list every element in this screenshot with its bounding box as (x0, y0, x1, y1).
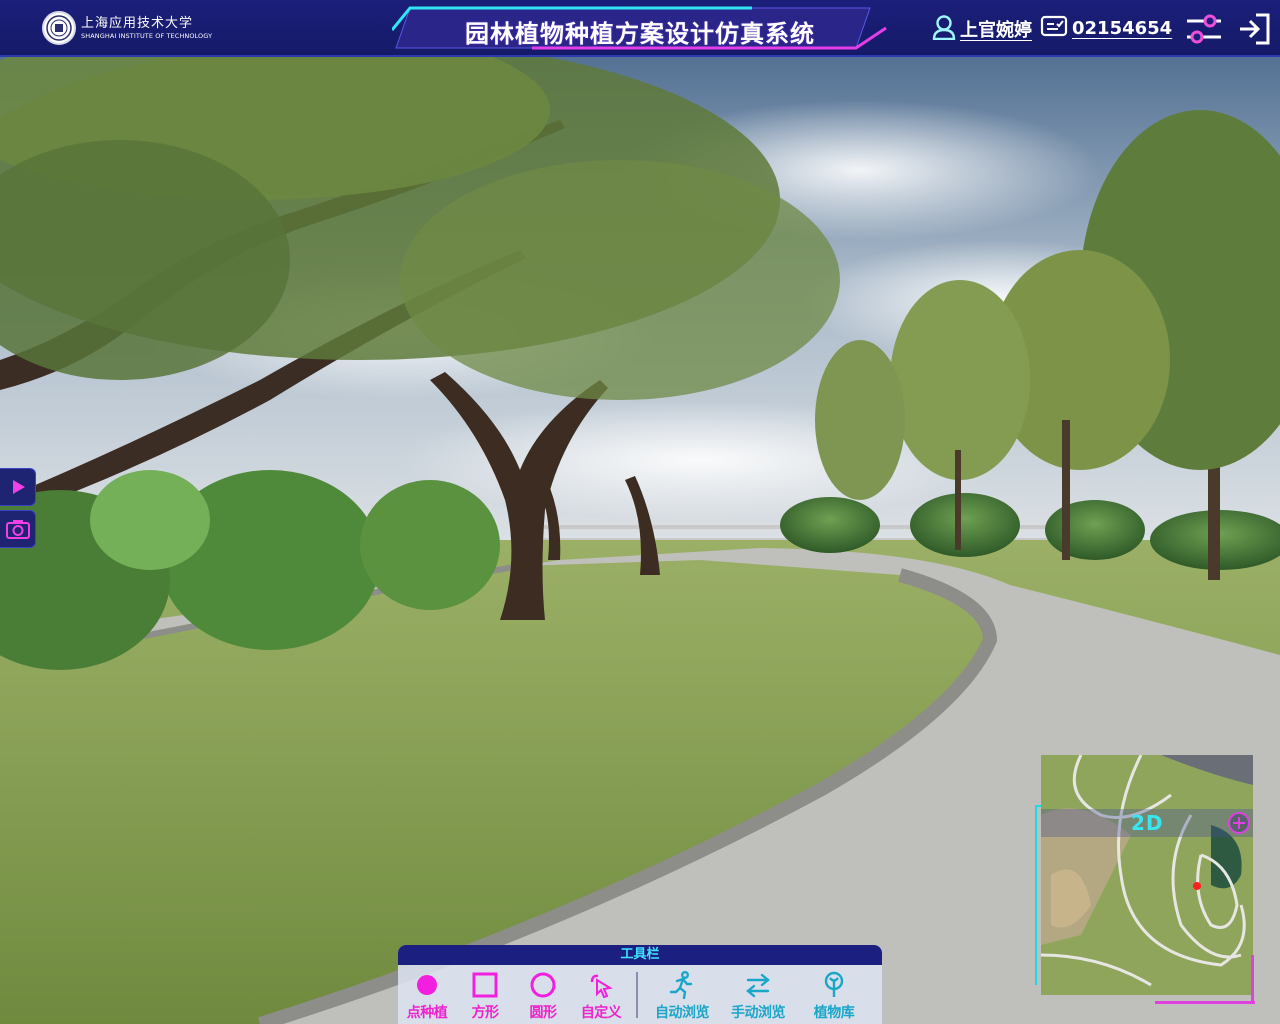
point-plant-tool[interactable]: 点种植 (398, 965, 456, 1024)
university-name-en: SHANGHAI INSTITUTE OF TECHNOLOGY (81, 31, 213, 40)
plant-library-icon (820, 971, 848, 999)
student-id: 02154654 (1072, 17, 1173, 39)
top-header: 上海应用技术大学 SHANGHAI INSTITUTE OF TECHNOLOG… (0, 0, 1280, 57)
title-banner: 园林植物种植方案设计仿真系统 (392, 4, 888, 54)
cursor-icon (587, 971, 615, 999)
university-logo: 上海应用技术大学 SHANGHAI INSTITUTE OF TECHNOLOG… (42, 8, 212, 48)
running-person-icon (668, 971, 696, 999)
filled-circle-icon (413, 971, 441, 999)
student-id-info: 02154654 (1040, 14, 1172, 42)
minimap-view[interactable] (1041, 755, 1253, 995)
minimap-frame-right (1251, 955, 1254, 1003)
toolbar-title: 工具栏 (398, 945, 882, 965)
view-mode-toggle[interactable]: 2D (1131, 810, 1163, 836)
custom-shape-tool[interactable]: 自定义 (572, 965, 630, 1024)
logout-icon (1240, 13, 1270, 45)
camera-icon (5, 520, 30, 539)
auto-browse-label: 自动浏览 (655, 1005, 710, 1021)
toolbar: 工具栏 点种植 方形 圆形 自定义 自动浏览 手动浏览 植物库 (398, 945, 882, 1024)
user-name: 上官婉婷 (960, 20, 1032, 41)
point-plant-label: 点种植 (406, 1005, 448, 1021)
id-card-icon (1040, 14, 1068, 42)
swap-arrows-icon (744, 971, 772, 999)
page-title: 园林植物种植方案设计仿真系统 (465, 20, 815, 48)
play-tab[interactable] (0, 468, 36, 506)
sliders-icon (1187, 14, 1221, 44)
zoom-in-icon (1228, 812, 1250, 834)
logout-button[interactable] (1234, 9, 1274, 49)
custom-shape-label: 自定义 (580, 1005, 622, 1021)
manual-browse-label: 手动浏览 (731, 1005, 786, 1021)
minimap-graphic (1041, 755, 1253, 995)
circle-tool[interactable]: 圆形 (514, 965, 572, 1024)
user-icon (932, 14, 956, 44)
minimap-zoom-button[interactable] (1227, 811, 1251, 835)
toolbar-divider (636, 972, 638, 1018)
university-seal-icon (42, 11, 76, 45)
circle-icon (529, 971, 557, 999)
manual-browse-tool[interactable]: 手动浏览 (720, 965, 796, 1024)
toolbar-tools: 点种植 方形 圆形 自定义 自动浏览 手动浏览 植物库 (398, 965, 882, 1024)
auto-browse-tool[interactable]: 自动浏览 (644, 965, 720, 1024)
minimap[interactable]: 2D (1035, 755, 1257, 1005)
settings-button[interactable] (1184, 9, 1224, 49)
plant-library-label: 植物库 (813, 1005, 855, 1021)
circle-label: 圆形 (529, 1005, 558, 1021)
play-icon (12, 480, 25, 494)
square-tool[interactable]: 方形 (456, 965, 514, 1024)
camera-tab[interactable] (0, 510, 36, 548)
square-icon (471, 971, 499, 999)
minimap-frame-bottom (1155, 1001, 1255, 1004)
plant-library-tool[interactable]: 植物库 (796, 965, 872, 1024)
square-label: 方形 (471, 1005, 500, 1021)
user-info: 上官婉婷 (932, 14, 1032, 44)
university-name-cn: 上海应用技术大学 (81, 15, 194, 31)
